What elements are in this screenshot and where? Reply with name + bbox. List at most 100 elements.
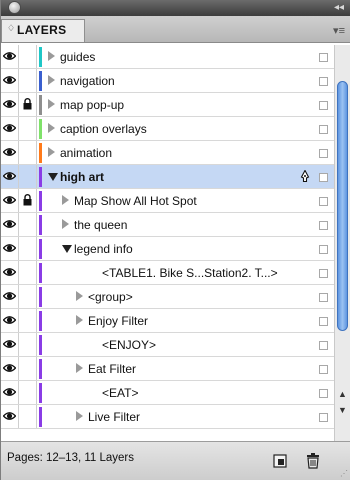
- layer-color-swatch: [39, 263, 42, 283]
- disclosure-collapsed-icon[interactable]: [76, 411, 83, 421]
- visibility-toggle[interactable]: [1, 333, 19, 356]
- visibility-toggle[interactable]: [1, 93, 19, 116]
- layer-row[interactable]: navigation: [1, 69, 334, 93]
- scroll-thumb[interactable]: [337, 81, 348, 331]
- selection-target-square[interactable]: [319, 389, 328, 398]
- lock-toggle[interactable]: [19, 405, 37, 428]
- lock-toggle[interactable]: [19, 117, 37, 140]
- layer-color-swatch: [39, 215, 42, 235]
- disclosure-collapsed-icon[interactable]: [48, 75, 55, 85]
- vertical-scrollbar[interactable]: ▲ ▼: [334, 45, 350, 441]
- selection-target-square[interactable]: [319, 269, 328, 278]
- trash-icon[interactable]: [306, 453, 320, 474]
- scroll-down-icon[interactable]: ▼: [338, 405, 347, 415]
- scroll-up-icon[interactable]: ▲: [338, 389, 347, 399]
- layers-panel: ◂◂ ♢ LAYERS ▾≡ guides navigation map pop-u…: [0, 0, 350, 480]
- tab-cycle-icon[interactable]: ♢: [7, 23, 15, 34]
- visibility-toggle[interactable]: [1, 237, 19, 260]
- disclosure-collapsed-icon[interactable]: [76, 291, 83, 301]
- layer-row[interactable]: guides: [1, 45, 334, 69]
- lock-toggle[interactable]: [19, 93, 37, 116]
- visibility-toggle[interactable]: [1, 165, 19, 188]
- selection-target-square[interactable]: [319, 365, 328, 374]
- layer-row[interactable]: animation: [1, 141, 334, 165]
- layer-row[interactable]: high art: [1, 165, 334, 189]
- lock-toggle[interactable]: [19, 333, 37, 356]
- disclosure-collapsed-icon[interactable]: [48, 147, 55, 157]
- disclosure-collapsed-icon[interactable]: [62, 195, 69, 205]
- lock-toggle[interactable]: [19, 237, 37, 260]
- layer-row[interactable]: <EAT>: [1, 381, 334, 405]
- selection-target-square[interactable]: [319, 149, 328, 158]
- lock-toggle[interactable]: [19, 45, 37, 68]
- disclosure-collapsed-icon[interactable]: [48, 99, 55, 109]
- layer-color-swatch: [39, 167, 42, 187]
- lock-toggle[interactable]: [19, 213, 37, 236]
- layer-row[interactable]: Eat Filter: [1, 357, 334, 381]
- visibility-toggle[interactable]: [1, 45, 19, 68]
- layer-row[interactable]: the queen: [1, 213, 334, 237]
- selection-target-square[interactable]: [319, 197, 328, 206]
- lock-toggle[interactable]: [19, 141, 37, 164]
- layer-color-swatch: [39, 239, 42, 259]
- selection-target-square[interactable]: [319, 173, 328, 182]
- visibility-toggle[interactable]: [1, 309, 19, 332]
- layer-row[interactable]: legend info: [1, 237, 334, 261]
- layer-color-swatch: [39, 71, 42, 91]
- visibility-toggle[interactable]: [1, 189, 19, 212]
- lock-toggle[interactable]: [19, 165, 37, 188]
- disclosure-expanded-icon[interactable]: [48, 173, 58, 181]
- lock-toggle[interactable]: [19, 381, 37, 404]
- disclosure-collapsed-icon[interactable]: [62, 219, 69, 229]
- visibility-toggle[interactable]: [1, 381, 19, 404]
- visibility-toggle[interactable]: [1, 117, 19, 140]
- disclosure-collapsed-icon[interactable]: [48, 51, 55, 61]
- layer-name: <ENJOY>: [102, 338, 157, 352]
- layer-row[interactable]: <TABLE1. Bike S...Station2. T...>: [1, 261, 334, 285]
- collapse-icon[interactable]: ◂◂: [334, 2, 344, 13]
- selection-target-square[interactable]: [319, 413, 328, 422]
- lock-toggle[interactable]: [19, 189, 37, 212]
- lock-toggle[interactable]: [19, 261, 37, 284]
- layer-color-swatch: [39, 359, 42, 379]
- layer-row[interactable]: Live Filter: [1, 405, 334, 429]
- layer-name: <TABLE1. Bike S...Station2. T...>: [102, 266, 278, 280]
- visibility-toggle[interactable]: [1, 213, 19, 236]
- visibility-toggle[interactable]: [1, 357, 19, 380]
- disclosure-collapsed-icon[interactable]: [48, 123, 55, 133]
- resize-grip-icon[interactable]: ⋰: [340, 469, 348, 478]
- layer-row[interactable]: <group>: [1, 285, 334, 309]
- visibility-toggle[interactable]: [1, 261, 19, 284]
- disclosure-collapsed-icon[interactable]: [76, 363, 83, 373]
- visibility-toggle[interactable]: [1, 69, 19, 92]
- visibility-toggle[interactable]: [1, 285, 19, 308]
- layer-row[interactable]: caption overlays: [1, 117, 334, 141]
- selection-target-square[interactable]: [319, 245, 328, 254]
- layer-row[interactable]: <ENJOY>: [1, 333, 334, 357]
- close-button[interactable]: [8, 1, 21, 14]
- selection-target-square[interactable]: [319, 101, 328, 110]
- selection-target-square[interactable]: [319, 53, 328, 62]
- layer-name: map pop-up: [60, 98, 125, 112]
- lock-toggle[interactable]: [19, 69, 37, 92]
- lock-toggle[interactable]: [19, 285, 37, 308]
- layer-color-swatch: [39, 287, 42, 307]
- visibility-toggle[interactable]: [1, 141, 19, 164]
- layer-row[interactable]: Enjoy Filter: [1, 309, 334, 333]
- panel-menu-icon[interactable]: ▾≡: [333, 24, 345, 37]
- selection-target-square[interactable]: [319, 221, 328, 230]
- selection-target-square[interactable]: [319, 341, 328, 350]
- layer-row[interactable]: Map Show All Hot Spot: [1, 189, 334, 213]
- new-layer-icon[interactable]: [273, 454, 287, 473]
- lock-toggle[interactable]: [19, 309, 37, 332]
- selection-target-square[interactable]: [319, 125, 328, 134]
- selection-target-square[interactable]: [319, 77, 328, 86]
- disclosure-expanded-icon[interactable]: [62, 245, 72, 253]
- selection-target-square[interactable]: [319, 293, 328, 302]
- layer-row[interactable]: map pop-up: [1, 93, 334, 117]
- tab-layers[interactable]: ♢ LAYERS: [1, 19, 85, 42]
- selection-target-square[interactable]: [319, 317, 328, 326]
- disclosure-collapsed-icon[interactable]: [76, 315, 83, 325]
- visibility-toggle[interactable]: [1, 405, 19, 428]
- lock-toggle[interactable]: [19, 357, 37, 380]
